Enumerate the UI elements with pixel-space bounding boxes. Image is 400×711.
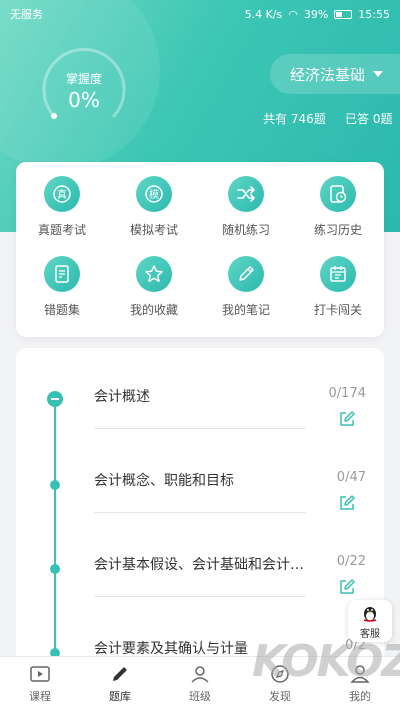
checkin-label: 打卡闯关: [313, 303, 362, 317]
tab-question-bank-label: 题库: [109, 690, 131, 703]
tab-discover-label: 发现: [269, 690, 291, 703]
practice-history-label: 练习历史: [313, 223, 362, 237]
history-icon: [320, 176, 356, 212]
class-icon: [191, 666, 209, 683]
notes-label: 我的笔记: [221, 303, 270, 317]
divider: [94, 596, 306, 597]
favorites-label: 我的收藏: [129, 303, 178, 317]
checkin-button[interactable]: 打卡闯关: [292, 256, 384, 318]
edit-icon[interactable]: [338, 410, 356, 428]
real-exam-label: 真题考试: [37, 223, 86, 237]
chapter-progress: 0/22: [336, 554, 366, 569]
chevron-down-icon: [373, 71, 384, 77]
status-bar: 无服务 5.4 K/s ◠ 39% 15:55: [0, 0, 400, 28]
play-icon: [30, 666, 50, 682]
mastery-label: 掌握度: [65, 72, 102, 86]
mock-exam-label: 模拟考试: [129, 223, 178, 237]
chapter-progress: 0/174: [328, 386, 366, 401]
wifi-icon: ◠: [288, 7, 298, 21]
chapter-list: 会计概述 0/174 会计概念、职能和目标 0/47 会计基本假设、会计基础和会…: [16, 348, 384, 678]
real-exam-glyph: 真: [57, 188, 67, 201]
function-panel: 真 真题考试 模 模拟考试 随机练习 练习历史 错题集 我的收藏 我的笔记 打卡…: [16, 162, 384, 337]
shuffle-icon: [228, 176, 264, 212]
wrong-questions-label: 错题集: [43, 303, 80, 317]
mastery-value: 0%: [68, 88, 100, 112]
clock: 15:55: [358, 7, 390, 21]
penguin-icon: [363, 606, 377, 622]
favorites-button[interactable]: 我的收藏: [108, 256, 200, 318]
edit-icon[interactable]: [338, 494, 356, 512]
tab-courses-label: 课程: [29, 690, 51, 703]
calendar-icon: [320, 256, 356, 292]
edit-icon[interactable]: [338, 578, 356, 596]
answered-questions: 已答 0题: [345, 112, 393, 126]
tab-question-bank[interactable]: 题库: [80, 657, 160, 711]
chapter-title: 会计基本假设、会计基础和会计…: [94, 557, 304, 573]
real-exam-button[interactable]: 真 真题考试: [16, 176, 108, 238]
battery-percent: 39%: [303, 7, 329, 21]
chapter-item[interactable]: 会计概述 0/174: [16, 358, 384, 444]
total-questions: 共有 746题: [263, 112, 326, 126]
timeline-dot: [50, 564, 60, 574]
chapter-progress: 0/47: [336, 470, 366, 485]
wrong-questions-button[interactable]: 错题集: [16, 256, 108, 318]
collapse-icon[interactable]: [47, 391, 63, 407]
chapter-item[interactable]: 会计基本假设、会计基础和会计… 0/22: [16, 526, 384, 612]
notes-button[interactable]: 我的笔记: [200, 256, 292, 318]
tab-courses[interactable]: 课程: [0, 657, 80, 711]
random-practice-label: 随机练习: [221, 223, 270, 237]
tab-class[interactable]: 班级: [160, 657, 240, 711]
chapter-item[interactable]: 会计概念、职能和目标 0/47: [16, 442, 384, 528]
carrier-label: 无服务: [10, 8, 43, 21]
timeline-dot: [50, 480, 60, 490]
practice-history-button[interactable]: 练习历史: [292, 176, 384, 238]
chapter-title: 会计概述: [94, 389, 150, 405]
tab-profile-label: 我的: [349, 690, 371, 703]
mock-exam-glyph: 模: [149, 189, 159, 201]
mock-exam-button[interactable]: 模 模拟考试: [108, 176, 200, 238]
pencil-icon: [113, 667, 127, 681]
wrong-questions-icon: [44, 256, 80, 292]
divider: [94, 428, 306, 429]
chapter-title: 会计概念、职能和目标: [94, 473, 234, 489]
subject-selector[interactable]: 经济法基础: [270, 54, 400, 94]
battery-icon: [334, 9, 353, 19]
network-speed: 5.4 K/s: [244, 7, 283, 21]
random-practice-button[interactable]: 随机练习: [200, 176, 292, 238]
mastery-gauge: 掌握度 0%: [38, 40, 130, 132]
real-exam-icon: 真: [44, 176, 80, 212]
tab-class-label: 班级: [189, 690, 211, 703]
pencil-icon: [228, 256, 264, 292]
divider: [94, 512, 306, 513]
subject-name: 经济法基础: [290, 65, 366, 84]
mock-exam-icon: 模: [136, 176, 172, 212]
watermark: KOKOZ: [252, 636, 400, 687]
star-icon: [136, 256, 172, 292]
